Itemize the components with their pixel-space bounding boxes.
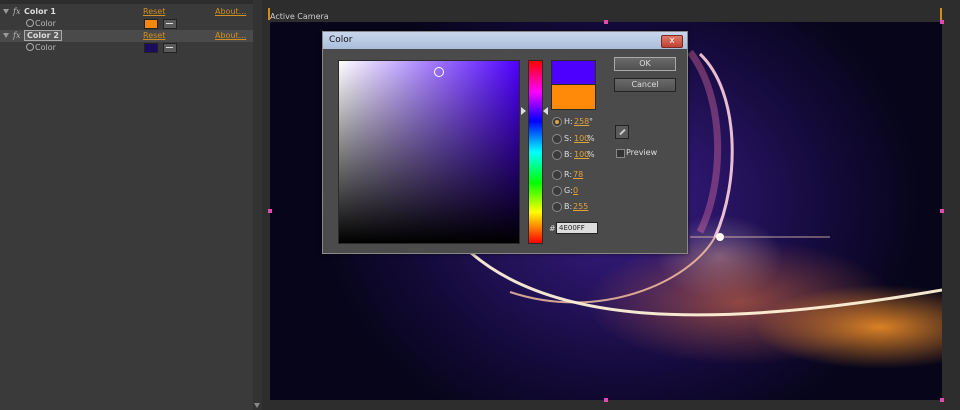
blue-value[interactable]: 255: [573, 202, 588, 211]
color-picker-cursor[interactable]: [434, 67, 444, 77]
hex-input[interactable]: 4E00FF: [556, 222, 598, 234]
hue-slider-right-marker[interactable]: [543, 107, 548, 115]
layer-handle[interactable]: [268, 209, 272, 213]
brightness-radio[interactable]: [552, 150, 562, 160]
panel-scrollbar[interactable]: [253, 0, 262, 410]
effect-row-color-2[interactable]: fx Color 2 Reset About...: [0, 30, 262, 42]
hue-unit: °: [589, 117, 593, 126]
eyedropper-icon[interactable]: [615, 125, 629, 139]
green-value[interactable]: 0: [573, 186, 578, 195]
layer-handle[interactable]: [940, 398, 944, 402]
property-label: Color: [35, 43, 56, 52]
original-color-swatch[interactable]: [551, 84, 596, 110]
reset-link[interactable]: Reset: [143, 7, 165, 16]
ok-button[interactable]: OK: [614, 57, 676, 71]
color-swatch[interactable]: [144, 43, 158, 53]
preview-label: Preview: [626, 148, 658, 157]
layer-handle[interactable]: [604, 398, 608, 402]
hue-value[interactable]: 258: [574, 117, 589, 126]
expand-triangle-icon[interactable]: [3, 33, 9, 38]
panel-header: [0, 0, 262, 4]
blue-radio[interactable]: [552, 202, 562, 212]
expand-triangle-icon[interactable]: [3, 9, 9, 14]
layer-handle[interactable]: [940, 209, 944, 213]
color-picker-dialog: Color x H: 258 ° S: 100 % B: 100 % R: 78…: [322, 31, 688, 254]
property-label: Color: [35, 19, 56, 28]
close-button[interactable]: x: [661, 35, 683, 48]
dialog-title: Color: [329, 35, 353, 45]
stopwatch-icon[interactable]: [26, 19, 34, 27]
property-row-color-2: Color: [0, 42, 262, 54]
effect-row-color-1[interactable]: fx Color 1 Reset About...: [0, 6, 262, 18]
brightness-label: B:: [564, 150, 573, 159]
ruler-marker: [940, 8, 942, 20]
about-link[interactable]: About...: [215, 7, 246, 16]
hue-slider[interactable]: [528, 60, 543, 244]
effect-name: Color 1: [24, 7, 56, 16]
eyedropper-icon[interactable]: [163, 43, 177, 53]
saturation-brightness-field[interactable]: [338, 60, 520, 244]
layer-handle[interactable]: [604, 20, 608, 24]
property-row-color-1: Color: [0, 18, 262, 30]
red-radio[interactable]: [552, 170, 562, 180]
scroll-down-icon[interactable]: [254, 403, 260, 408]
layer-handle[interactable]: [940, 20, 944, 24]
hue-radio[interactable]: [552, 117, 562, 127]
dialog-title-bar[interactable]: Color x: [323, 32, 687, 49]
saturation-label: S:: [564, 134, 572, 143]
saturation-radio[interactable]: [552, 134, 562, 144]
blue-label: B:: [564, 202, 573, 211]
green-radio[interactable]: [552, 186, 562, 196]
preview-checkbox[interactable]: [616, 149, 625, 158]
stopwatch-icon[interactable]: [26, 43, 34, 51]
new-color-swatch: [551, 60, 596, 86]
hue-slider-left-marker[interactable]: [521, 107, 526, 115]
viewer-label: Active Camera: [270, 12, 329, 21]
reset-link[interactable]: Reset: [143, 31, 165, 40]
red-value[interactable]: 78: [573, 170, 583, 179]
green-label: G:: [564, 186, 573, 195]
saturation-unit: %: [587, 134, 595, 143]
about-link[interactable]: About...: [215, 31, 246, 40]
eyedropper-icon[interactable]: [163, 19, 177, 29]
brightness-unit: %: [587, 150, 595, 159]
effect-name: Color 2: [24, 30, 62, 41]
red-label: R:: [564, 170, 573, 179]
hue-label: H:: [564, 117, 573, 126]
fx-icon[interactable]: fx: [13, 7, 20, 16]
cancel-button[interactable]: Cancel: [614, 78, 676, 92]
fx-icon[interactable]: fx: [13, 31, 20, 40]
color-swatch[interactable]: [144, 19, 158, 29]
hex-prefix: #: [549, 224, 556, 233]
effect-controls-panel: fx Color 1 Reset About... Color fx Color…: [0, 0, 262, 410]
